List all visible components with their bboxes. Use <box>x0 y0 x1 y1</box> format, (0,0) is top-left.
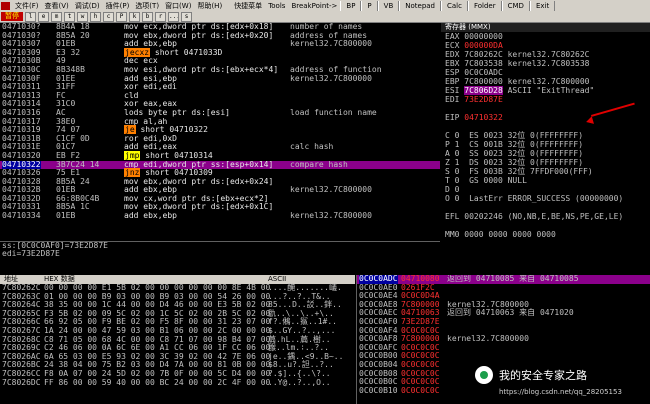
disasm-opcode: add <box>124 142 139 152</box>
stack-value: 0C0C0C0C <box>401 385 440 395</box>
disasm-row[interactable]: 04710334 01EB add ebx,ebp kernel32.7C800000 <box>0 211 440 221</box>
register-row[interactable]: MM0 0000 0000 0000 0000 <box>441 230 650 239</box>
menu-button-calc[interactable]: Calc <box>441 0 468 11</box>
hex-dump-pane[interactable]: 地址 HEX 数据 ASCII 7C80262C 00 00 00 00 E1 5… <box>0 275 355 404</box>
menu-button-vb[interactable]: VB <box>377 0 400 11</box>
disasm-row[interactable]: 04710311 31FF xor edi,edi <box>0 82 440 92</box>
register-value: 7C806D28 <box>464 86 503 95</box>
toolbar-button[interactable]: P <box>116 11 127 22</box>
register-row[interactable]: MM1 0000 0000 0000 0000 <box>441 239 650 240</box>
disasm-comment: load function name <box>290 107 377 117</box>
menu-item[interactable]: 文件(F) <box>12 1 42 11</box>
disasm-comment: calc hash <box>290 142 334 152</box>
toolbar-button[interactable]: r <box>155 11 166 22</box>
watermark-title: 我的安全专家之路 <box>499 369 587 382</box>
tools-menu[interactable]: Tools <box>265 2 288 10</box>
register-row[interactable]: P 1 CS 001B 32位 0(FFFFFFFF) <box>441 140 650 149</box>
shortcut-menu[interactable]: 快捷菜单 <box>231 1 265 11</box>
register-value: 000000DA <box>464 41 503 50</box>
toolbar-button[interactable]: s <box>181 11 192 22</box>
register-row[interactable]: EFL 00202246 (NO,NB,E,BE,NS,PE,GE,LE) <box>441 212 650 221</box>
register-row[interactable]: S 0 FS 003B 32位 7FFDF000(FFF) <box>441 167 650 176</box>
register-row[interactable] <box>441 203 650 212</box>
stack-address: 0C0C0B10 <box>359 385 398 395</box>
menu-button-bp[interactable]: BP <box>340 0 362 11</box>
disasm-address: 04710334 <box>2 211 41 221</box>
register-value: 73E2D87E <box>464 95 503 104</box>
menu-button-cmd[interactable]: CMD <box>501 0 530 11</box>
watermark-url: https://blog.csdn.net/qq_28205153 <box>499 388 622 396</box>
register-row[interactable]: EIP 04710322 <box>441 113 650 122</box>
menu-button-folder[interactable]: Folder <box>467 0 502 11</box>
register-row[interactable]: ESP 0C0C0ADC <box>441 68 650 77</box>
menu-button-exit[interactable]: Exit <box>529 0 556 11</box>
disasm-comment: kernel32.7C800000 <box>290 39 372 49</box>
registers-pane[interactable]: 寄存器 (MMX) EAX 00000000 ECX 000000DA EDX 7C… <box>441 23 650 240</box>
register-row[interactable]: ECX 000000DA <box>441 41 650 50</box>
register-row[interactable]: A 0 SS 0023 32位 0(FFFFFFFF) <box>441 149 650 158</box>
disasm-row[interactable]: 04710309 E3 32 jecxz short 0471033D <box>0 47 440 58</box>
stack-comment: 返回到 04710063 来自 0471020 <box>447 308 574 318</box>
register-row[interactable]: C 0 ES 0023 32位 0(FFFFFFFF) <box>441 131 650 140</box>
menu-item[interactable]: 选项(T) <box>132 1 162 11</box>
stack-comment: 返回到 04710085 来自 04710085 <box>447 275 579 283</box>
menu-bar: 文件(F) 查看(V) 调试(D) 插件(P) 选项(T) 窗口(W) 帮助(H) 快捷菜单 T… <box>0 0 650 11</box>
wechat-logo-icon <box>475 366 493 384</box>
toolbar: 暂停 l e m t w h c Pk b r... s <box>0 11 650 23</box>
toolbar-button[interactable]: k <box>129 11 140 22</box>
status-paused-indicator: 暂停 <box>1 12 23 21</box>
hex-row[interactable]: 7C8026DC FF 86 00 00 59 40 00 00 BC 24 00… <box>0 377 355 388</box>
hex-ascii: ..Y@..?..,O.. <box>268 377 331 387</box>
register-row[interactable]: ESI 7C806D28 ASCII "ExitThread" <box>441 86 650 95</box>
register-row[interactable]: EAX 00000000 <box>441 32 650 41</box>
menu-button-notepad[interactable]: Notepad <box>399 0 441 11</box>
register-row[interactable]: EDX 7C80262C kernel32.7C80262C <box>441 50 650 59</box>
toolbar-button[interactable]: h <box>90 11 101 22</box>
register-row[interactable]: EDI 73E2D87E <box>441 95 650 104</box>
toolbar-button[interactable]: ... <box>168 11 179 22</box>
register-row[interactable]: T 0 GS 0000 NULL <box>441 176 650 185</box>
app-icon <box>1 1 10 10</box>
menu-button-p[interactable]: P <box>361 0 378 11</box>
disasm-comment: kernel32.7C800000 <box>290 73 372 83</box>
breakpoint-menu[interactable]: BreakPoint-> <box>288 2 340 10</box>
register-value: 04710322 <box>464 113 503 122</box>
hex-address: 7C8026DC <box>2 377 41 387</box>
disasm-opcode: add <box>124 39 139 49</box>
menu-item[interactable]: 帮助(H) <box>194 1 225 11</box>
toolbar-button[interactable]: t <box>64 11 75 22</box>
hex-bytes: FF 86 00 00 59 40 00 00 BC 24 00 00 2C 4… <box>44 377 271 387</box>
toolbar-button[interactable]: w <box>77 11 88 22</box>
disasm-comment: kernel32.7C800000 <box>290 185 372 195</box>
disasm-opcode: add <box>124 211 139 221</box>
info-line-1: ss:[0C0C0AF0]=73E2D87E <box>2 241 108 250</box>
register-row[interactable]: O 0 LastErr ERROR_SUCCESS (00000000) <box>441 194 650 203</box>
register-row[interactable]: EBX 7C803538 kernel32.7C803538 <box>441 59 650 68</box>
menu-item[interactable]: 插件(P) <box>103 1 133 11</box>
stack-comment: kernel32.7C800000 <box>447 334 529 344</box>
toolbar-button[interactable]: m <box>51 11 62 22</box>
disassembly-pane[interactable]: 0471030? 8B4A 18 mov ecx,dword ptr ds:[edx… <box>0 23 440 240</box>
registers-title: 寄存器 (MMX) <box>441 23 650 32</box>
info-line-2: edi=73E2D87E <box>2 249 60 258</box>
menu-item[interactable]: 查看(V) <box>42 1 72 11</box>
toolbar-button[interactable]: e <box>38 11 49 22</box>
register-row[interactable]: EBP 7C800000 kernel32.7C800000 <box>441 77 650 86</box>
disasm-comment: compare hash <box>290 159 348 169</box>
menu-item[interactable]: 调试(D) <box>72 1 103 11</box>
register-row[interactable] <box>441 122 650 131</box>
toolbar-button[interactable]: l <box>25 11 36 22</box>
register-row[interactable]: Z 1 DS 0023 32位 0(FFFFFFFF) <box>441 158 650 167</box>
disasm-instruction: add ebx,ebp <box>124 211 177 221</box>
info-pane: ss:[0C0C0AF0]=73E2D87E edi=73E2D87E <box>0 241 440 274</box>
disasm-comment: kernel32.7C800000 <box>290 211 372 221</box>
toolbar-button[interactable]: c <box>103 11 114 22</box>
toolbar-button[interactable]: b <box>142 11 153 22</box>
register-row[interactable]: D 0 <box>441 185 650 194</box>
menu-item[interactable]: 窗口(W) <box>162 1 194 11</box>
disasm-hex: 01EB <box>56 211 76 221</box>
register-row[interactable] <box>441 221 650 230</box>
watermark: 我的安全专家之路 https://blog.csdn.net/qq_282051… <box>475 366 650 404</box>
